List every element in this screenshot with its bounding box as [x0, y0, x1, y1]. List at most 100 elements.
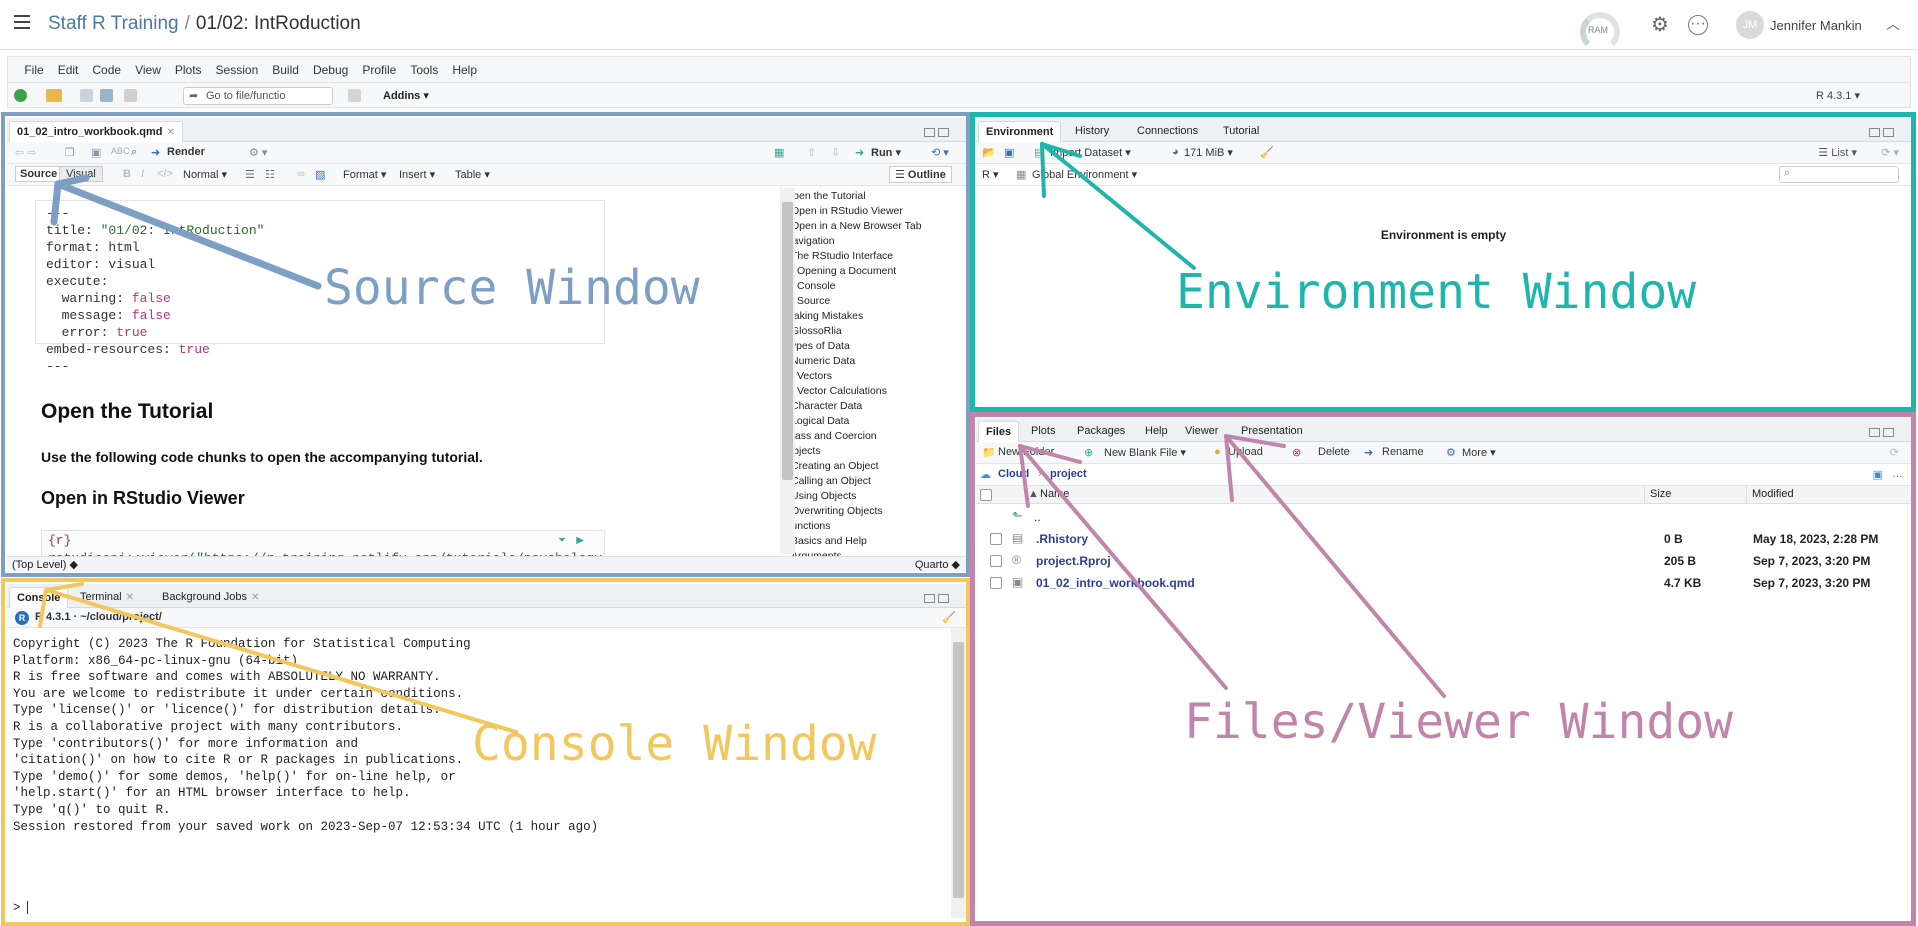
menu-session[interactable]: Session	[209, 57, 266, 83]
outline-item[interactable]: Objects	[781, 444, 966, 459]
ram-gauge[interactable]: RAM	[1578, 12, 1622, 52]
back-forward-icon[interactable]: ⇦ ⇨	[15, 146, 37, 159]
load-workspace-icon[interactable]: 📂	[982, 146, 996, 159]
menu-view[interactable]: View	[128, 57, 168, 83]
open-folder-icon[interactable]	[46, 89, 62, 102]
user-name[interactable]: Jennifer Mankin	[1770, 18, 1862, 33]
go-to-project-icon[interactable]: ▣	[1873, 468, 1883, 481]
rerun-icon[interactable]: ⟲ ▾	[931, 146, 949, 159]
menu-code[interactable]: Code	[85, 57, 128, 83]
close-icon[interactable]: ✕	[126, 592, 134, 603]
close-icon[interactable]: ✕	[167, 127, 175, 138]
menu-help[interactable]: Help	[445, 57, 484, 83]
menu-edit[interactable]: Edit	[51, 57, 86, 83]
search-icon[interactable]: ⌕	[131, 146, 137, 159]
save-workspace-icon[interactable]: ▣	[1004, 146, 1014, 159]
pane-minmax[interactable]	[1869, 126, 1899, 138]
tab-plots[interactable]: Plots	[1024, 421, 1062, 442]
project-link[interactable]: Staff R Training	[48, 13, 179, 34]
select-all-checkbox[interactable]	[980, 489, 992, 501]
outline-item[interactable]: Logical Data	[781, 414, 966, 429]
scope-select[interactable]: Global Environment ▾	[1032, 168, 1137, 181]
mode-source-button[interactable]: Source	[15, 166, 63, 182]
format-menu[interactable]: Format ▾	[343, 168, 386, 181]
outline-item[interactable]: Vector Calculations	[781, 384, 966, 399]
tab-terminal[interactable]: Terminal ✕	[73, 587, 141, 608]
parent-directory-row[interactable]: ⬑ ..	[976, 506, 1911, 528]
console-path[interactable]: R 4.3.1 · ~/cloud/project/	[35, 611, 162, 623]
more-menu[interactable]: More ▾	[1462, 446, 1496, 459]
outline-item[interactable]: Making Mistakes	[781, 309, 966, 324]
outline-item[interactable]: The RStudio Interface	[781, 249, 966, 264]
outline-item[interactable]: Open in a New Browser Tab	[781, 219, 966, 234]
spellcheck-icon[interactable]: ABC	[111, 146, 130, 156]
outline-item[interactable]: Console	[781, 279, 966, 294]
addins-menu[interactable]: Addins ▾	[383, 89, 429, 102]
file-row[interactable]: ▣ 01_02_intro_workbook.qmd 4.7 KB Sep 7, 20…	[976, 572, 1911, 594]
tab-files[interactable]: Files	[978, 421, 1020, 442]
outline-item[interactable]: Numeric Data	[781, 354, 966, 369]
new-blank-file-menu[interactable]: New Blank File ▾	[1104, 446, 1186, 459]
file-row[interactable]: ▤ .Rhistory 0 B May 18, 2023, 2:28 PM	[976, 528, 1911, 550]
numbered-list-icon[interactable]: ☷	[265, 168, 275, 181]
run-chunk-icon[interactable]: ▶	[576, 535, 584, 546]
menu-profile[interactable]: Profile	[355, 57, 403, 83]
link-icon[interactable]: ∞	[297, 168, 305, 180]
delete-button[interactable]: Delete	[1318, 446, 1350, 458]
crumb-project[interactable]: project	[1050, 468, 1087, 480]
style-select[interactable]: Normal ▾	[183, 168, 227, 181]
close-icon[interactable]: ✕	[251, 592, 259, 603]
outline-item[interactable]: Calling an Object	[781, 474, 966, 489]
pane-minmax[interactable]	[924, 592, 954, 604]
down-icon[interactable]: ⇩	[831, 146, 840, 159]
print-icon[interactable]	[124, 89, 137, 102]
console-scrollbar[interactable]	[951, 628, 966, 918]
menu-plots[interactable]: Plots	[168, 57, 209, 83]
outline-item[interactable]: GlossoRlia	[781, 324, 966, 339]
file-checkbox[interactable]	[990, 577, 1002, 589]
run-button[interactable]: Run ▾	[871, 146, 901, 159]
new-file-icon[interactable]	[14, 89, 27, 102]
outline-item[interactable]: Open in RStudio Viewer	[781, 204, 966, 219]
outline-item[interactable]: Using Objects	[781, 489, 966, 504]
goto-file-input[interactable]: ➦ Go to file/functio	[183, 87, 333, 105]
tab-environment[interactable]: Environment	[978, 121, 1062, 142]
file-name[interactable]: .Rhistory	[1036, 532, 1088, 546]
menu-debug[interactable]: Debug	[306, 57, 355, 83]
pane-minmax[interactable]	[924, 126, 954, 138]
italic-icon[interactable]: I	[141, 168, 144, 180]
outline-item[interactable]: Class and Coercion	[781, 429, 966, 444]
menu-build[interactable]: Build	[265, 57, 306, 83]
parent-directory-link[interactable]: ..	[1034, 510, 1041, 524]
tab-help[interactable]: Help	[1138, 421, 1175, 442]
clear-console-icon[interactable]: 🧹	[942, 611, 956, 624]
image-icon[interactable]: ▨	[315, 168, 325, 181]
file-name[interactable]: project.Rproj	[1036, 554, 1111, 568]
file-checkbox[interactable]	[990, 533, 1002, 545]
up-icon[interactable]: ⇧	[807, 146, 816, 159]
source-scrollbar[interactable]	[780, 188, 795, 554]
code-icon[interactable]: </>	[157, 168, 173, 180]
outline-item[interactable]: Types of Data	[781, 339, 966, 354]
save-icon[interactable]: ▣	[91, 146, 101, 159]
outline-item[interactable]: Opening a Document	[781, 264, 966, 279]
outline-item[interactable]: Source	[781, 294, 966, 309]
outline-button[interactable]: ☰ Outline	[889, 166, 952, 183]
tab-tutorial[interactable]: Tutorial	[1216, 121, 1266, 142]
view-mode-menu[interactable]: ☰ List ▾	[1818, 146, 1857, 159]
column-name[interactable]: Name	[1040, 488, 1069, 500]
more-path-icon[interactable]: …	[1892, 468, 1903, 480]
menu-tools[interactable]: Tools	[403, 57, 445, 83]
import-dataset-menu[interactable]: Import Dataset ▾	[1050, 146, 1131, 159]
pane-minmax[interactable]	[1869, 426, 1899, 438]
render-options-gear-icon[interactable]: ⚙ ▾	[249, 146, 267, 159]
tab-viewer[interactable]: Viewer	[1178, 421, 1225, 442]
run-arrow-icon[interactable]: ➜	[855, 146, 864, 159]
rename-button[interactable]: Rename	[1382, 446, 1424, 458]
upload-button[interactable]: Upload	[1228, 446, 1263, 458]
file-name[interactable]: 01_02_intro_workbook.qmd	[1036, 576, 1195, 590]
run-previous-chunks-icon[interactable]: ⏷	[558, 535, 566, 546]
outline-item[interactable]: Basics and Help	[781, 534, 966, 549]
column-size[interactable]: Size	[1650, 488, 1671, 500]
outline-item[interactable]: Open the Tutorial	[781, 189, 966, 204]
